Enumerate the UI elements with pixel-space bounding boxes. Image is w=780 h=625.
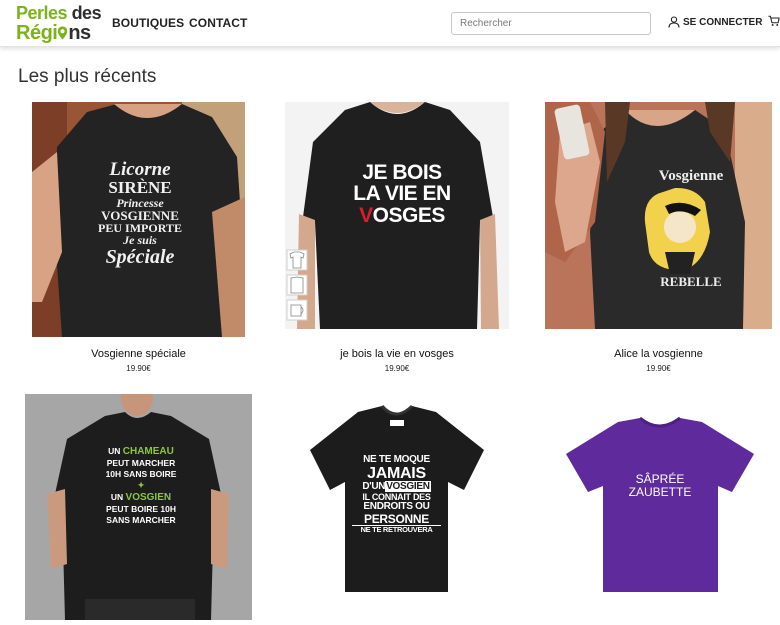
- logo-line-2: Régi ns: [16, 23, 91, 43]
- shirt-text-line: ZAUBETTE: [628, 485, 692, 500]
- shirt-text-line: VOSGES: [347, 205, 457, 226]
- shirt-text-line: NE TE RETROUVERA: [360, 525, 433, 535]
- shirt-text-inverse: VOSGIEN: [385, 481, 431, 493]
- logo-o-pin-icon: [57, 24, 68, 40]
- shirt-text-line: LA VIE EN: [353, 182, 451, 206]
- shirt-text-word: OSGES: [372, 203, 446, 227]
- shirt-text-line: UN CHAMEAU: [91, 445, 191, 458]
- product-image[interactable]: JE BOIS LA VIE EN VOSGES: [285, 102, 509, 329]
- logo-word-perles: Perles: [16, 3, 68, 23]
- shirt-text-accent: CHAMEAU: [122, 446, 174, 457]
- shirt-text-line: NE TE MOQUE: [363, 454, 430, 465]
- product-card[interactable]: NE TE MOQUE JAMAIS D'UNVOSGIEN IL CONNAI…: [290, 394, 503, 620]
- product-image[interactable]: NE TE MOQUE JAMAIS D'UNVOSGIEN IL CONNAI…: [290, 394, 503, 620]
- product-name[interactable]: je bois la vie en vosges: [285, 348, 509, 360]
- product-name[interactable]: Vosgienne spéciale: [32, 348, 245, 360]
- site-header: Perles des Régi ns BOUTIQUES CONTACT SE …: [0, 0, 780, 47]
- search-input[interactable]: [451, 12, 651, 35]
- shirt-text-word: UN: [108, 446, 121, 456]
- shirt-text-line: Licorne: [109, 159, 171, 180]
- shirt-text-word: UN: [110, 492, 124, 503]
- product-image[interactable]: SÂPRÉE ZAUBETTE: [558, 394, 763, 620]
- product-price: 19.90€: [646, 364, 671, 373]
- user-icon: [668, 16, 680, 28]
- shirt-text-line: SIRÈNE: [108, 178, 172, 198]
- cart-icon[interactable]: [768, 14, 780, 28]
- section-title: Les plus récents: [18, 66, 157, 87]
- shirt-text-line: PERSONNE: [352, 513, 441, 527]
- login-label: SE CONNECTER: [683, 16, 763, 28]
- logo-word-des: des: [71, 3, 102, 23]
- product-price: 19.90€: [126, 364, 151, 373]
- nav-boutiques[interactable]: BOUTIQUES: [112, 16, 184, 30]
- shirt-text-line: UN VOSGIEN: [91, 491, 191, 504]
- shirt-text-word: D'UN: [362, 481, 386, 493]
- shirt-text-red-letter: V: [359, 203, 373, 227]
- shirt-text-line: Je suis: [123, 233, 157, 248]
- shirt-text-line: REBELLE: [660, 274, 722, 289]
- product-card[interactable]: Licorne SIRÈNE Princesse VOSGIENNE PEU I…: [32, 102, 245, 374]
- product-price: 19.90€: [384, 364, 410, 373]
- product-card[interactable]: SÂPRÉE ZAUBETTE: [558, 394, 763, 620]
- shirt-text-line: JE BOIS: [362, 161, 442, 184]
- product-card[interactable]: Vosgienne REBELLE Alice la vosgienne 19.…: [545, 102, 772, 374]
- shirt-text-line: Spéciale: [105, 245, 175, 268]
- shirt-text-line: Vosgienne: [658, 168, 724, 184]
- login-button[interactable]: SE CONNECTER: [668, 14, 762, 30]
- logo-word-regi: Régi: [16, 22, 58, 44]
- shirt-text-line: JAMAIS: [367, 464, 426, 482]
- product-card[interactable]: JE BOIS LA VIE EN VOSGES je bois la vie …: [285, 102, 509, 374]
- shirt-text-line: 10H SANS BOIRE: [105, 469, 177, 480]
- shirt-text-line: SANS MARCHER: [106, 515, 176, 526]
- product-card[interactable]: UN CHAMEAU PEUT MARCHER 10H SANS BOIRE ✦…: [25, 394, 252, 620]
- logo-line-1: Perles des: [16, 3, 102, 23]
- product-image[interactable]: UN CHAMEAU PEUT MARCHER 10H SANS BOIRE ✦…: [25, 394, 252, 620]
- logo-word-ns: ns: [68, 22, 91, 44]
- site-logo[interactable]: Perles des Régi ns: [16, 4, 102, 44]
- shirt-text-line: PEUT MARCHER: [106, 458, 176, 468]
- product-name[interactable]: Alice la vosgienne: [545, 348, 772, 360]
- nav-contact[interactable]: CONTACT: [189, 16, 247, 30]
- shirt-text-line: PEUT BOIRE 10H: [106, 504, 176, 515]
- shirt-text-line: VOSGIENNE: [101, 207, 179, 223]
- shirt-text-line: ✦: [137, 480, 145, 491]
- product-image[interactable]: Vosgienne REBELLE: [545, 102, 772, 329]
- shirt-text-accent: VOSGIEN: [125, 492, 172, 504]
- product-image[interactable]: Licorne SIRÈNE Princesse VOSGIENNE PEU I…: [32, 102, 245, 337]
